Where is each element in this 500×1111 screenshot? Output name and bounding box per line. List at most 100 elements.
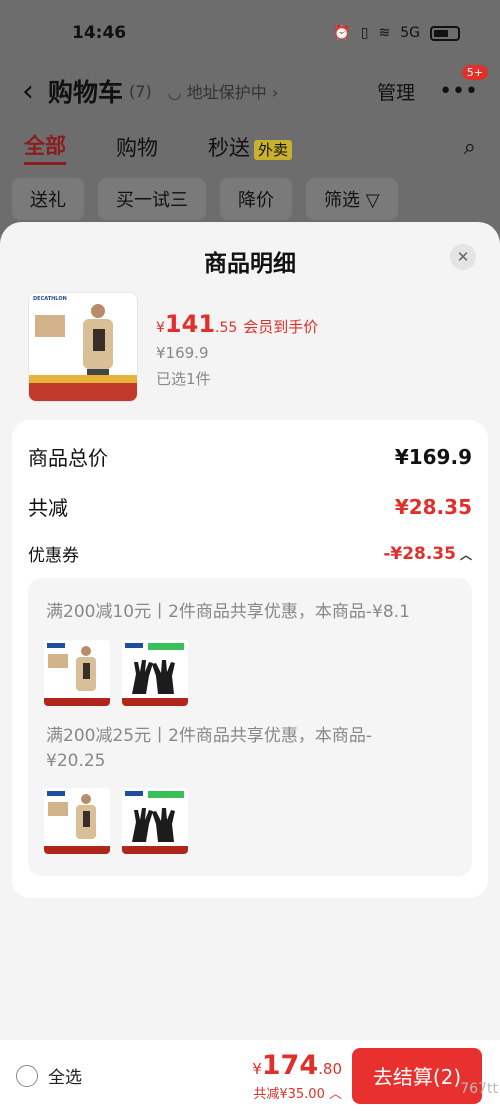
vibrate-icon: ▯ bbox=[360, 25, 369, 41]
chevron-right-icon: › bbox=[266, 83, 279, 102]
product-summary: DECATHLON ¥141.55 会员到手价 ¥169.9 已选1件 bbox=[28, 292, 318, 402]
close-icon[interactable]: ✕ bbox=[450, 244, 476, 270]
status-icons: ⏰ ▯ ≋ 5G bbox=[333, 25, 460, 41]
deal-text-1: 满200减10元丨2件商品共享优惠，本商品-¥8.1 bbox=[46, 602, 410, 622]
gloves-title-banner bbox=[148, 643, 184, 650]
promo-banner-mini bbox=[122, 846, 188, 854]
tab-all[interactable]: 全部 bbox=[24, 130, 66, 165]
promo-banner-mini bbox=[44, 698, 110, 706]
sheet-title: 商品明细 bbox=[204, 251, 296, 277]
deal-products-2 bbox=[44, 788, 188, 854]
product-detail-sheet: 商品明细 ✕ DECATHLON ¥141.55 会员到手价 ¥169.9 已选1… bbox=[0, 222, 500, 1111]
coupon-details: 满200减10元丨2件商品共享优惠，本商品-¥8.1 满200减25元丨2件商品… bbox=[28, 578, 472, 876]
price-integer: 141 bbox=[164, 310, 216, 338]
filter-chip-gift[interactable]: 送礼 bbox=[12, 178, 84, 220]
price-symbol: ¥ bbox=[156, 320, 165, 336]
promo-banner-mini bbox=[122, 698, 188, 706]
alarm-icon: ⏰ bbox=[333, 25, 351, 41]
more-dots-icon: ••• bbox=[439, 78, 478, 104]
filter-chip-price-drop[interactable]: 降价 bbox=[220, 178, 292, 220]
page-title: 购物车 bbox=[48, 78, 124, 107]
coupon-amount: -¥28.35 bbox=[383, 543, 456, 564]
original-price: ¥169.9 bbox=[156, 344, 209, 362]
coupon-value: -¥28.35 ︿ bbox=[383, 544, 472, 564]
brand-logo-mini bbox=[47, 643, 65, 648]
total-saving-text: 共减¥35.00 bbox=[253, 1086, 325, 1102]
total-saving-toggle[interactable]: 共减¥35.00 ︿ bbox=[252, 1083, 342, 1102]
coupon-row[interactable]: 优惠券 -¥28.35 ︿ bbox=[28, 541, 472, 567]
tab-instant-delivery[interactable]: 秒送 外卖 bbox=[208, 132, 293, 162]
total-price-decimal: .80 bbox=[318, 1059, 342, 1078]
signal-icon: 5G bbox=[400, 25, 420, 41]
chevron-up-icon: ︿ bbox=[324, 1086, 342, 1102]
gloves-thumbnail[interactable] bbox=[122, 640, 188, 706]
filter-chips: 送礼 买一试三 降价 筛选 ▽ bbox=[0, 178, 500, 220]
filter-chip-filter[interactable]: 筛选 ▽ bbox=[306, 178, 398, 220]
cart-tabs: 全部 购物 秒送 外卖 ⌕ bbox=[0, 116, 500, 178]
smile-icon: ◡ bbox=[167, 83, 187, 102]
gloves-image bbox=[132, 808, 175, 842]
select-all-checkbox[interactable] bbox=[16, 1064, 38, 1087]
fabric-swatch-mini bbox=[48, 802, 68, 816]
message-badge: 5+ bbox=[461, 64, 488, 80]
price-tag: 会员到手价 bbox=[243, 318, 319, 336]
filter-label: 筛选 bbox=[324, 190, 360, 211]
status-time: 14:46 bbox=[72, 23, 127, 43]
gloves-image bbox=[132, 660, 175, 694]
product-info: ¥141.55 会员到手价 ¥169.9 已选1件 bbox=[156, 310, 318, 402]
gloves-thumbnail[interactable] bbox=[122, 788, 188, 854]
watermark: 767tt bbox=[460, 1081, 498, 1097]
cart-header: ‹ 购物车 (7) ◡ 地址保护中 › 管理 ••• 5+ bbox=[0, 64, 500, 116]
promo-stripe bbox=[29, 375, 137, 383]
total-price-integer: 174 bbox=[261, 1049, 319, 1081]
price-decimal: .55 bbox=[215, 320, 238, 336]
model-jacket-image bbox=[76, 794, 96, 839]
gloves-title-banner bbox=[148, 791, 184, 798]
brand-logo-mini bbox=[125, 643, 143, 648]
selected-count: 已选1件 bbox=[156, 370, 211, 388]
checkout-bar: 全选 ¥174.80 共减¥35.00 ︿ 去结算(2) bbox=[0, 1040, 500, 1111]
checkout-totals: ¥174.80 共减¥35.00 ︿ bbox=[252, 1050, 342, 1102]
total-price-value: ¥169.9 bbox=[394, 444, 472, 469]
jacket-thumbnail[interactable] bbox=[44, 788, 110, 854]
address-protect-label: 地址保护中 bbox=[186, 83, 267, 102]
more-button[interactable]: ••• 5+ bbox=[439, 64, 488, 104]
manage-button[interactable]: 管理 bbox=[377, 78, 415, 105]
filter-chip-buy-one-try-three[interactable]: 买一试三 bbox=[98, 178, 206, 220]
brand-logo-mini bbox=[125, 791, 143, 796]
wifi-icon: ≋ bbox=[378, 25, 391, 41]
deal-products-1 bbox=[44, 640, 188, 706]
promo-banner-mini bbox=[44, 846, 110, 854]
total-price: ¥174.80 bbox=[252, 1050, 342, 1081]
brand-logo: DECATHLON bbox=[33, 296, 67, 302]
battery-icon bbox=[430, 25, 460, 41]
tab-shopping[interactable]: 购物 bbox=[116, 132, 158, 162]
tab-instant-delivery-label: 秒送 bbox=[208, 136, 250, 160]
member-price: ¥141.55 会员到手价 bbox=[156, 310, 318, 338]
total-price-row: 商品总价 ¥169.9 bbox=[28, 442, 472, 471]
chevron-left-icon[interactable]: ‹ bbox=[22, 74, 34, 109]
product-thumbnail[interactable]: DECATHLON bbox=[28, 292, 138, 402]
promo-banner bbox=[29, 383, 137, 401]
price-breakdown-card: 商品总价 ¥169.9 共减 ¥28.35 优惠券 -¥28.35 ︿ 满200减… bbox=[12, 420, 488, 898]
brand-logo-mini bbox=[47, 791, 65, 796]
status-bar: 14:46 ⏰ ▯ ≋ 5G bbox=[0, 0, 500, 66]
total-price-label: 商品总价 bbox=[28, 446, 108, 470]
address-protect-link[interactable]: ◡ 地址保护中 › bbox=[168, 79, 279, 103]
total-price-symbol: ¥ bbox=[252, 1059, 262, 1078]
cart-count: (7) bbox=[129, 81, 152, 101]
select-all-label[interactable]: 全选 bbox=[48, 1063, 82, 1088]
saving-label: 共减 bbox=[28, 496, 68, 520]
saving-value: ¥28.35 bbox=[394, 494, 472, 519]
fabric-swatch-mini bbox=[48, 654, 68, 668]
takeout-tag: 外卖 bbox=[254, 140, 293, 160]
chevron-up-icon: ︿ bbox=[459, 547, 472, 562]
model-jacket-image bbox=[76, 646, 96, 691]
saving-row: 共减 ¥28.35 bbox=[28, 492, 472, 521]
model-jacket-image bbox=[83, 304, 113, 383]
coupon-label: 优惠券 bbox=[28, 546, 79, 566]
search-icon[interactable]: ⌕ bbox=[464, 135, 476, 160]
jacket-thumbnail[interactable] bbox=[44, 640, 110, 706]
funnel-icon: ▽ bbox=[365, 190, 380, 211]
fabric-swatch bbox=[35, 315, 65, 337]
